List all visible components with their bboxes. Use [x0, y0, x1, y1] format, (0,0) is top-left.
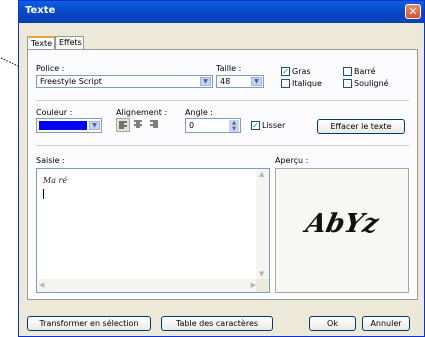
window-title: Texte: [25, 5, 56, 16]
cancel-button[interactable]: Annuler: [362, 316, 410, 331]
close-button[interactable]: ✕: [405, 4, 421, 19]
char-table-button[interactable]: Table des caractères: [161, 316, 273, 331]
preview-label: Aperçu :: [275, 156, 309, 165]
angle-label: Angle :: [185, 108, 214, 117]
separator: [36, 100, 409, 101]
scroll-corner: [256, 279, 269, 292]
text-input-area[interactable]: Ma ré ▲ ▼ ◀ ▶: [36, 168, 270, 293]
align-right-button[interactable]: [148, 118, 162, 132]
scroll-left-icon[interactable]: ◀: [39, 281, 44, 289]
input-label: Saisie :: [36, 156, 65, 165]
close-icon: ✕: [408, 5, 418, 18]
size-select[interactable]: 48 ▼: [216, 75, 264, 88]
typed-text: Ma ré: [43, 176, 68, 185]
bold-label: Gras: [292, 67, 311, 76]
chevron-down-icon: ▼: [251, 77, 262, 86]
scroll-up-icon[interactable]: ▲: [259, 170, 264, 178]
vertical-scrollbar[interactable]: ▲ ▼: [256, 169, 269, 279]
separator: [36, 145, 409, 146]
text-caret: [43, 189, 44, 199]
angle-spinner[interactable]: 0 ▲ ▼: [185, 118, 241, 133]
to-selection-button[interactable]: Transformer en sélection: [27, 316, 151, 331]
alignment-label: Alignement :: [116, 108, 168, 117]
italic-checkbox[interactable]: [281, 79, 290, 88]
font-value: Freestyle Script: [40, 77, 102, 86]
ok-button[interactable]: Ok: [309, 316, 356, 331]
align-center-button[interactable]: [132, 118, 146, 132]
underline-checkbox[interactable]: [343, 79, 352, 88]
size-value: 48: [220, 77, 231, 86]
horizontal-scrollbar[interactable]: ◀ ▶: [37, 279, 258, 292]
tab-texte[interactable]: Texte: [27, 36, 55, 50]
align-left-icon: [119, 121, 127, 129]
texte-dialog: Texte ✕ Texte Effets Police : Freestyle …: [18, 0, 425, 337]
smooth-label: Lisser: [262, 121, 286, 130]
underline-label: Souligné: [354, 79, 389, 88]
chevron-down-icon: ▼: [200, 77, 211, 86]
spin-down-icon[interactable]: ▼: [229, 126, 239, 132]
angle-value: 0: [189, 121, 195, 130]
font-label: Police :: [36, 64, 65, 73]
color-select[interactable]: ▼: [36, 118, 102, 133]
strike-label: Barré: [354, 67, 376, 76]
italic-label: Italique: [292, 79, 322, 88]
preview-pane: AbYz: [275, 168, 409, 293]
color-swatch: [39, 121, 87, 130]
align-center-icon: [134, 120, 142, 128]
scroll-down-icon[interactable]: ▼: [259, 270, 264, 278]
texte-panel: Police : Freestyle Script ▼ Taille : 48 …: [27, 49, 418, 300]
smooth-checkbox[interactable]: ✓: [251, 121, 260, 130]
preview-text: AbYz: [302, 209, 382, 239]
clear-text-button[interactable]: Effacer le texte: [317, 119, 405, 134]
title-bar: Texte ✕: [19, 1, 424, 23]
chevron-down-icon: ▼: [89, 121, 100, 130]
font-select[interactable]: Freestyle Script ▼: [36, 75, 213, 88]
strike-checkbox[interactable]: [343, 67, 352, 76]
tab-effets[interactable]: Effets: [55, 36, 84, 49]
bold-checkbox[interactable]: ✓: [281, 67, 290, 76]
align-right-icon: [150, 120, 158, 128]
color-label: Couleur :: [36, 108, 73, 117]
align-left-button[interactable]: [116, 118, 130, 132]
size-label: Taille :: [216, 64, 242, 73]
